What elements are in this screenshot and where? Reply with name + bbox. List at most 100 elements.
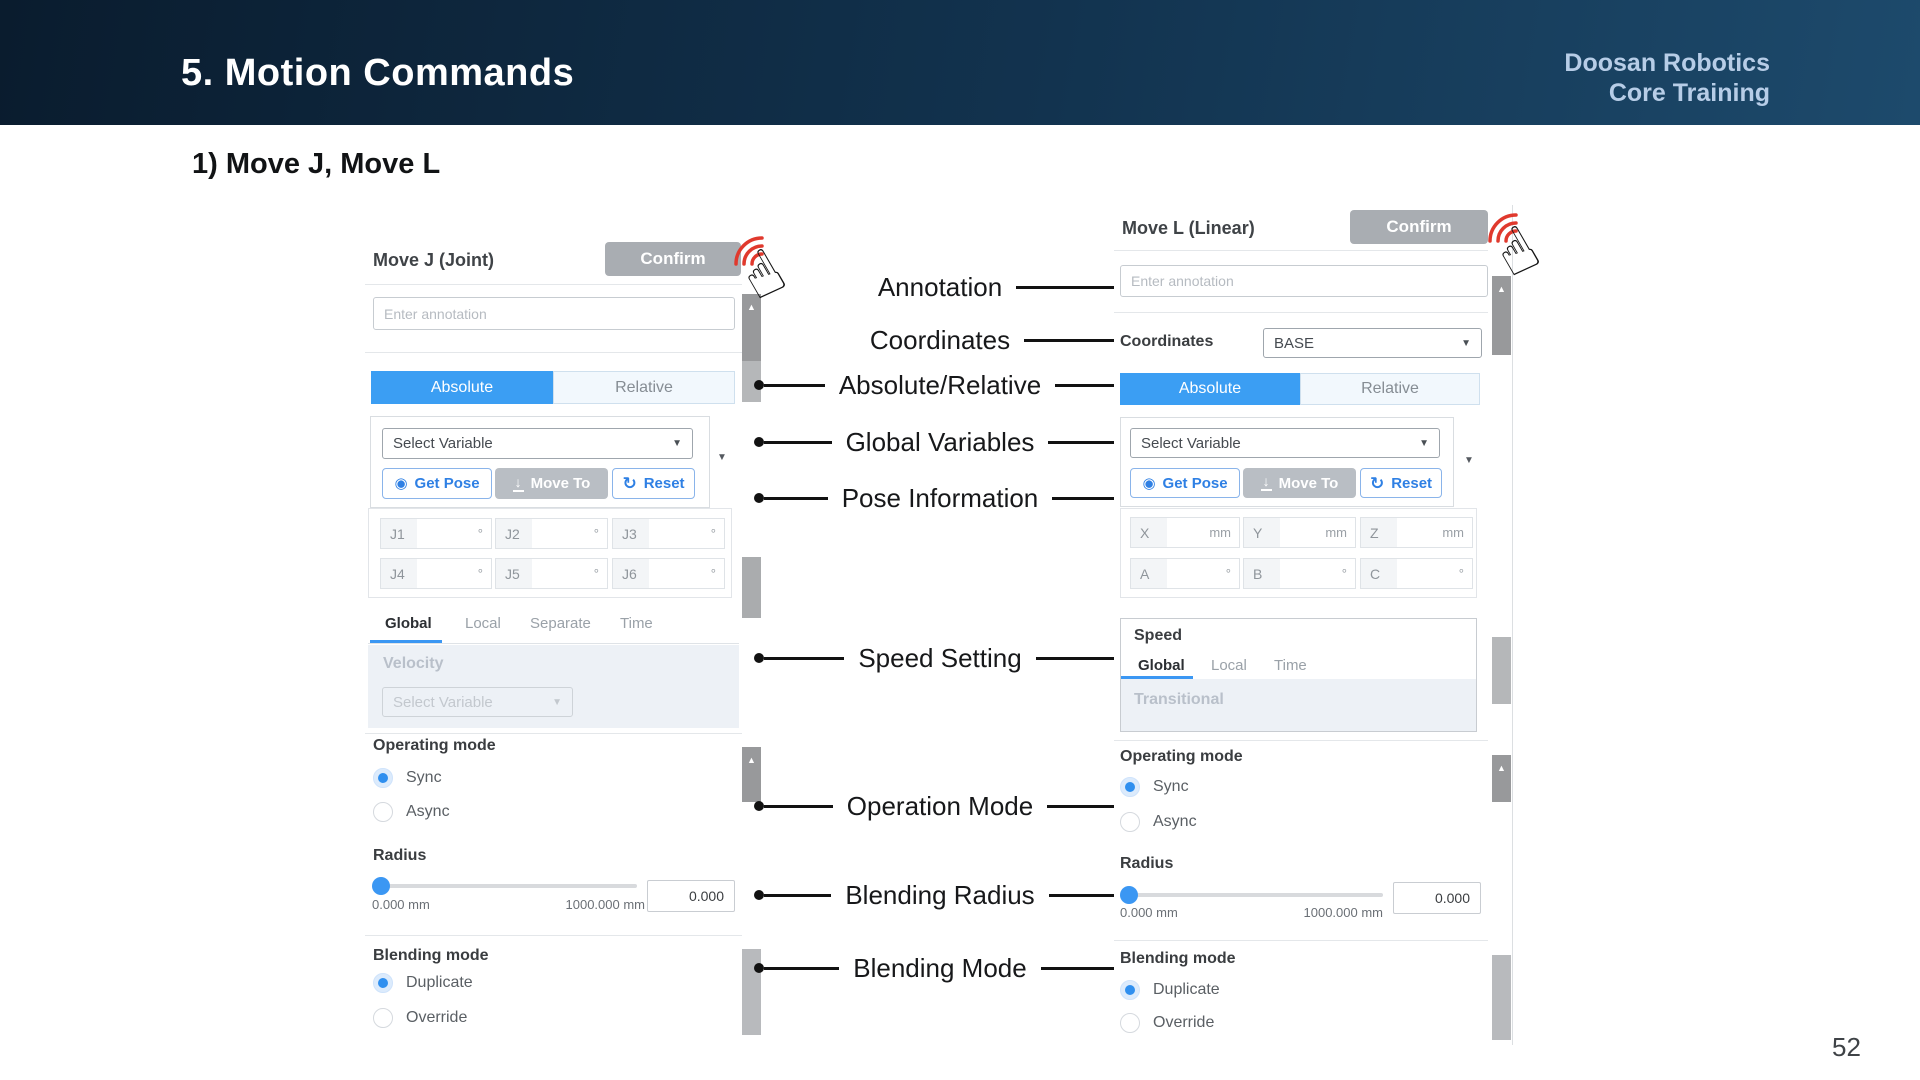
- sync-radio[interactable]: [373, 768, 393, 788]
- pose-field-c[interactable]: C °: [1360, 558, 1473, 589]
- download-icon: ↓: [513, 476, 524, 492]
- move-j-async-option[interactable]: Async: [373, 801, 450, 823]
- async-label: Async: [1153, 813, 1197, 831]
- callout-label: Blending Mode: [839, 953, 1040, 984]
- speed-tab-global[interactable]: Global: [1138, 657, 1185, 674]
- move-j-tab-relative[interactable]: Relative: [553, 371, 735, 404]
- reset-label: Reset: [644, 475, 685, 492]
- move-j-duplicate-option[interactable]: Duplicate: [373, 972, 473, 994]
- brand-line-2: Core Training: [1564, 78, 1770, 108]
- page-title: 5. Motion Commands: [181, 52, 574, 95]
- joint-field-j5[interactable]: J5 °: [495, 558, 608, 589]
- joint-field-j3[interactable]: J3 °: [612, 518, 725, 549]
- move-j-get-pose-button[interactable]: ◉ Get Pose: [382, 468, 492, 499]
- reset-label: Reset: [1391, 475, 1432, 492]
- pose-field-b[interactable]: B °: [1243, 558, 1356, 589]
- radius-slider-knob[interactable]: [372, 877, 390, 895]
- override-radio[interactable]: [373, 1008, 393, 1028]
- scrollbar-thumb[interactable]: [1492, 637, 1511, 704]
- speed-tab-local[interactable]: Local: [465, 615, 501, 632]
- variable-expand-icon[interactable]: ▼: [1464, 455, 1474, 466]
- callout-line: [764, 967, 839, 970]
- move-j-confirm-button[interactable]: Confirm: [605, 242, 741, 276]
- page-number: 52: [1832, 1032, 1861, 1063]
- slide-subtitle: 1) Move J, Move L: [192, 148, 440, 181]
- move-j-variable-select[interactable]: Select Variable ▼: [382, 428, 693, 459]
- move-l-sync-option[interactable]: Sync: [1120, 776, 1189, 798]
- move-l-override-option[interactable]: Override: [1120, 1012, 1214, 1034]
- move-l-move-to-button[interactable]: ↓ Move To: [1243, 468, 1356, 498]
- field-unit: mm: [1442, 525, 1472, 540]
- override-radio[interactable]: [1120, 1013, 1140, 1033]
- field-label: J2: [496, 519, 532, 548]
- scrollbar-thumb[interactable]: ▲: [1492, 755, 1511, 802]
- speed-tab-separate[interactable]: Separate: [530, 615, 591, 632]
- annotation-input[interactable]: [373, 297, 735, 330]
- field-unit: °: [1342, 566, 1355, 581]
- move-j-annotation[interactable]: [373, 297, 735, 330]
- duplicate-radio[interactable]: [373, 973, 393, 993]
- move-l-tab-absolute[interactable]: Absolute: [1120, 373, 1300, 405]
- move-l-radius-value[interactable]: [1393, 882, 1481, 914]
- callout-dot: [754, 653, 764, 663]
- move-l-tab-relative[interactable]: Relative: [1300, 373, 1480, 405]
- callout-blending-mode: Blending Mode: [754, 949, 1126, 987]
- annotation-input[interactable]: [1120, 265, 1488, 297]
- scrollbar-thumb[interactable]: [1492, 955, 1511, 1040]
- joint-field-j1[interactable]: J1 °: [380, 518, 492, 549]
- async-label: Async: [406, 803, 450, 821]
- velocity-select-disabled: Select Variable ▼: [382, 687, 573, 717]
- move-l-variable-select[interactable]: Select Variable ▼: [1130, 428, 1440, 458]
- move-l-duplicate-option[interactable]: Duplicate: [1120, 979, 1220, 1001]
- radius-slider-track[interactable]: [372, 884, 637, 888]
- move-l-title: Move L (Linear): [1122, 218, 1255, 239]
- speed-tab-time[interactable]: Time: [620, 615, 653, 632]
- callout-line: [1041, 967, 1116, 970]
- move-to-label: Move To: [531, 475, 591, 492]
- scrollbar-thumb[interactable]: ▲: [1492, 276, 1511, 355]
- move-l-async-option[interactable]: Async: [1120, 811, 1197, 833]
- field-label: J1: [381, 519, 417, 548]
- field-label: J6: [613, 559, 649, 588]
- radius-max-label: 1000.000 mm: [515, 897, 645, 912]
- speed-tab-local[interactable]: Local: [1211, 657, 1247, 674]
- speed-tab-global[interactable]: Global: [385, 615, 432, 632]
- move-l-reset-button[interactable]: ↻ Reset: [1360, 468, 1442, 498]
- move-l-get-pose-button[interactable]: ◉ Get Pose: [1130, 468, 1240, 498]
- move-l-annotation[interactable]: [1120, 265, 1488, 297]
- async-radio[interactable]: [373, 802, 393, 822]
- duplicate-radio[interactable]: [1120, 980, 1140, 1000]
- pose-field-x[interactable]: X mm: [1130, 517, 1240, 548]
- move-j-tab-absolute[interactable]: Absolute: [371, 371, 553, 404]
- variable-expand-icon[interactable]: ▼: [717, 452, 727, 463]
- callout-dot: [754, 890, 764, 900]
- override-label: Override: [1153, 1014, 1214, 1032]
- speed-tab-time[interactable]: Time: [1274, 657, 1307, 674]
- move-j-radius-value[interactable]: [647, 880, 735, 912]
- joint-field-j2[interactable]: J2 °: [495, 518, 608, 549]
- callout-line: [764, 805, 833, 808]
- divider: [365, 733, 742, 734]
- move-l-confirm-button[interactable]: Confirm: [1350, 210, 1488, 244]
- joint-field-j6[interactable]: J6 °: [612, 558, 725, 589]
- slide: 5. Motion Commands Doosan Robotics Core …: [0, 0, 1920, 1080]
- move-j-override-option[interactable]: Override: [373, 1007, 467, 1029]
- move-j-reset-button[interactable]: ↻ Reset: [612, 468, 695, 499]
- joint-field-j4[interactable]: J4 °: [380, 558, 492, 589]
- callout-line: [1055, 384, 1116, 387]
- callout-label: Blending Radius: [831, 880, 1048, 911]
- scrollbar-thumb[interactable]: [742, 557, 761, 618]
- radius-slider-track[interactable]: [1120, 893, 1383, 897]
- move-j-move-to-button[interactable]: ↓ Move To: [495, 468, 608, 499]
- radius-value-input[interactable]: [1393, 882, 1481, 914]
- move-l-coordinates-select[interactable]: BASE ▼: [1263, 328, 1482, 358]
- sync-radio[interactable]: [1120, 777, 1140, 797]
- coordinates-select-value: BASE: [1274, 335, 1314, 352]
- radius-slider-knob[interactable]: [1120, 886, 1138, 904]
- pose-field-z[interactable]: Z mm: [1360, 517, 1473, 548]
- move-j-sync-option[interactable]: Sync: [373, 767, 442, 789]
- radius-value-input[interactable]: [647, 880, 735, 912]
- async-radio[interactable]: [1120, 812, 1140, 832]
- pose-field-y[interactable]: Y mm: [1243, 517, 1356, 548]
- pose-field-a[interactable]: A °: [1130, 558, 1240, 589]
